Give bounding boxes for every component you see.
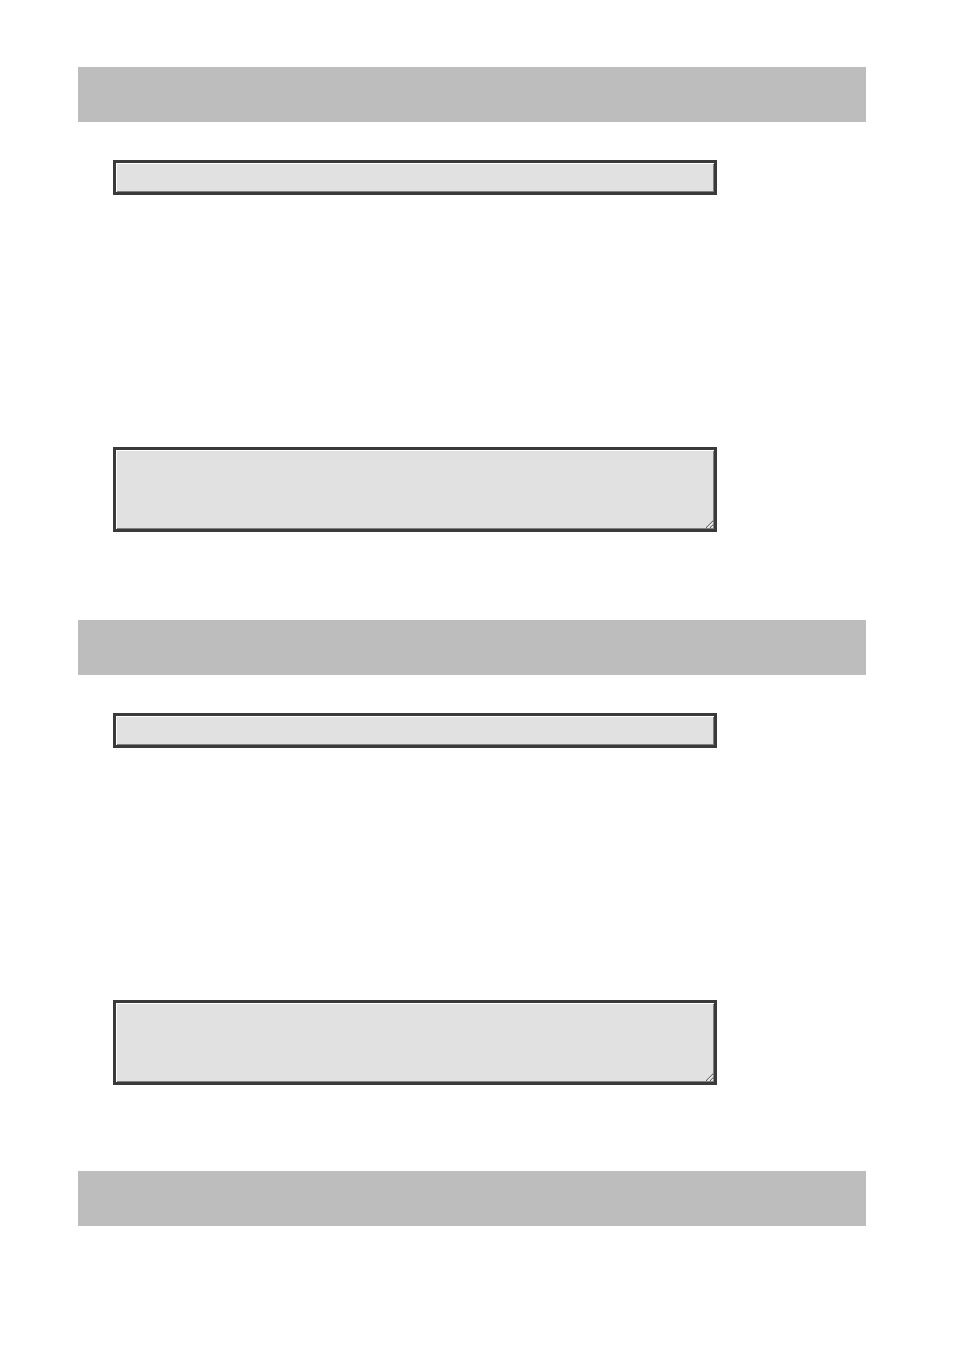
text-input-2[interactable] (113, 713, 717, 748)
textarea-1[interactable] (113, 447, 717, 532)
section-header-1 (78, 67, 866, 122)
text-input-1[interactable] (113, 160, 717, 195)
textarea-2[interactable] (113, 1000, 717, 1085)
section-header-2 (78, 620, 866, 675)
section-header-3 (78, 1171, 866, 1226)
